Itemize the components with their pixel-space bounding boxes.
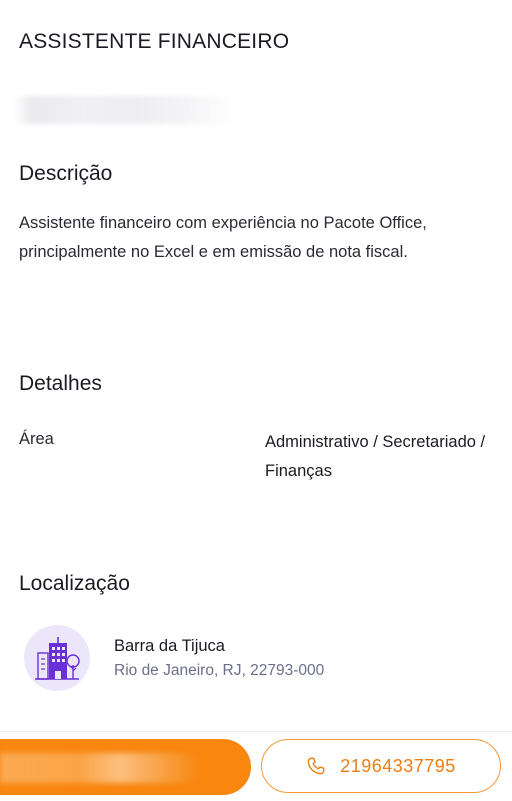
- location-heading: Localização: [19, 572, 130, 595]
- details-heading: Detalhes: [19, 372, 102, 395]
- description-text: Assistente financeiro com experiência no…: [19, 214, 427, 261]
- location-address: Rio de Janeiro, RJ, 22793-000: [114, 662, 325, 679]
- detail-area-value: Administrativo / Secretariado / Finanças: [265, 433, 486, 480]
- location-icon-circle: [24, 625, 90, 691]
- detail-area-label: Área: [19, 430, 54, 448]
- job-detail-screen: ASSISTENTE FINANCEIRO Descrição Assisten…: [0, 0, 512, 801]
- apply-button[interactable]: [0, 739, 251, 795]
- phone-number: 21964337795: [340, 755, 456, 776]
- job-title: ASSISTENTE FINANCEIRO: [19, 30, 290, 53]
- redacted-company-name: [14, 96, 236, 124]
- redacted-apply-label: [0, 753, 200, 783]
- phone-icon: [306, 756, 326, 776]
- city-buildings-icon: [35, 637, 80, 680]
- call-phone-button[interactable]: 21964337795: [261, 739, 501, 793]
- description-heading: Descrição: [19, 162, 113, 185]
- location-name: Barra da Tijuca: [114, 637, 225, 655]
